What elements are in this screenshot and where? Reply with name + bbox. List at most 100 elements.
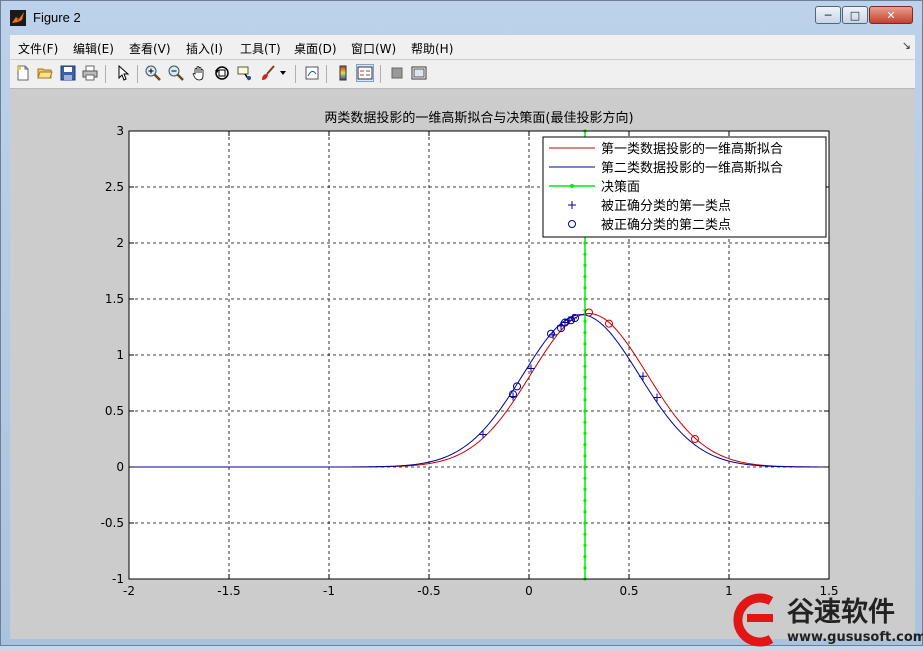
x-tick-label: -1: [323, 584, 335, 598]
decision-boundary-dot: [583, 263, 587, 267]
decision-boundary-dot: [583, 297, 587, 301]
legend-marker: [570, 184, 574, 188]
rotate-button[interactable]: [213, 64, 231, 82]
legend-button[interactable]: [356, 64, 374, 82]
pointer-button[interactable]: [114, 64, 132, 82]
link-plot-button[interactable]: [303, 64, 321, 82]
decision-boundary-dot: [583, 510, 587, 514]
watermark-url: www.gususoft.com: [787, 630, 923, 645]
decision-boundary-dot: [583, 275, 587, 279]
decision-boundary-dot: [583, 566, 587, 570]
x-tick-label: 0.5: [619, 584, 638, 598]
decision-boundary-dot: [583, 286, 587, 290]
decision-boundary-dot: [583, 364, 587, 368]
decision-boundary-dot: [583, 353, 587, 357]
legend-label: 第二类数据投影的一维高斯拟合: [601, 160, 783, 176]
legend-label: 被正确分类的第一类点: [601, 198, 731, 214]
toolbar-separator: [137, 65, 138, 83]
data-cursor-button[interactable]: [236, 64, 254, 82]
pointer-icon: [118, 65, 130, 81]
close-button[interactable]: ✕: [869, 6, 913, 24]
x-tick-label: -2: [123, 584, 135, 598]
decision-boundary-dot: [583, 499, 587, 503]
save-button[interactable]: [59, 64, 77, 82]
legend[interactable]: 第一类数据投影的一维高斯拟合第二类数据投影的一维高斯拟合决策面被正确分类的第一类…: [542, 136, 827, 238]
decision-boundary-dot: [583, 342, 587, 346]
print-button[interactable]: [81, 64, 99, 82]
x-tick-label: -0.5: [417, 584, 440, 598]
menu-desktop[interactable]: 桌面(D): [294, 40, 337, 57]
y-tick-label: 2: [116, 236, 124, 250]
minimize-button[interactable]: ─: [815, 6, 841, 24]
decision-boundary-dot: [583, 543, 587, 547]
brush-button[interactable]: [259, 64, 277, 82]
zoom-in-button[interactable]: [144, 64, 162, 82]
menu-tools[interactable]: 工具(T): [240, 40, 281, 57]
menu-bar: 文件(F) 编辑(E) 查看(V) 插入(I) 工具(T) 桌面(D) 窗口(W…: [10, 35, 915, 60]
toolbar-separator: [326, 65, 327, 83]
gusu-logo: 谷速软件 www.gususoft.com: [733, 593, 923, 647]
y-tick-label: -0.5: [101, 516, 124, 530]
decision-boundary-dot: [583, 465, 587, 469]
save-icon: [60, 65, 76, 81]
menu-help[interactable]: 帮助(H): [411, 40, 453, 57]
data-cursor-icon: [237, 66, 251, 81]
pan-button[interactable]: [190, 64, 208, 82]
decision-boundary-dot: [583, 487, 587, 491]
open-button[interactable]: [36, 64, 54, 82]
y-tick-label: -1: [112, 572, 124, 586]
decision-boundary-dot: [583, 319, 587, 323]
brush-dropdown[interactable]: [278, 64, 288, 82]
toolbar-separator: [295, 65, 296, 83]
menu-view[interactable]: 查看(V): [129, 40, 171, 57]
toolbar: [10, 60, 915, 89]
legend-label: 第一类数据投影的一维高斯拟合: [601, 141, 783, 157]
y-tick-label: 3: [116, 124, 124, 138]
show-plot-tools-icon: [411, 66, 427, 80]
colorbar-icon: [339, 65, 347, 81]
decision-boundary-dot: [583, 375, 587, 379]
decision-boundary-dot: [583, 443, 587, 447]
hide-plot-tools-icon: [391, 67, 403, 79]
menu-window[interactable]: 窗口(W): [351, 40, 396, 57]
decision-boundary-dot: [583, 331, 587, 335]
legend-label: 决策面: [601, 179, 640, 195]
new-file-icon: [17, 65, 29, 81]
menu-file[interactable]: 文件(F): [18, 40, 58, 57]
print-icon: [82, 65, 98, 81]
maximize-button[interactable]: □: [842, 6, 868, 24]
new-file-button[interactable]: [14, 64, 32, 82]
chevron-down-icon: [280, 71, 286, 75]
maximize-icon: □: [849, 8, 861, 22]
show-plot-tools-button[interactable]: [410, 64, 428, 82]
chart[interactable]: -2 -1.5 -1 -0.5 0 0.5 1 1.5-1-0.500.511.522.53 …: [10, 89, 915, 639]
zoom-out-icon: [168, 65, 184, 81]
decision-boundary-dot: [583, 431, 587, 435]
zoom-out-button[interactable]: [167, 64, 185, 82]
window-title: Figure 2: [33, 10, 81, 25]
toolbar-separator: [380, 65, 381, 83]
rotate-3d-icon: [215, 66, 229, 80]
y-tick-label: 0: [116, 460, 124, 474]
decision-boundary-dot: [583, 454, 587, 458]
dock-arrow-icon[interactable]: ↘: [902, 39, 911, 52]
colorbar-button[interactable]: [334, 64, 352, 82]
figure-window: Figure 2 ─ □ ✕ 文件(F) 编辑(E) 查看(V) 插入(I) 工…: [0, 0, 923, 647]
decision-boundary-dot: [583, 387, 587, 391]
matlab-icon: [10, 10, 26, 26]
pan-hand-icon: [192, 66, 204, 81]
hide-plot-tools-button[interactable]: [388, 64, 406, 82]
zoom-in-icon: [145, 65, 161, 81]
legend-label: 被正确分类的第二类点: [601, 217, 731, 233]
menu-edit[interactable]: 编辑(E): [73, 40, 114, 57]
decision-boundary-dot: [583, 420, 587, 424]
decision-boundary-dot: [583, 521, 587, 525]
decision-boundary-dot: [583, 398, 587, 402]
decision-boundary-dot: [583, 409, 587, 413]
menu-insert[interactable]: 插入(I): [186, 40, 223, 57]
title-bar[interactable]: Figure 2 ─ □ ✕: [1, 1, 922, 33]
decision-boundary-dot: [583, 252, 587, 256]
link-plot-icon: [305, 66, 319, 80]
legend-icon: [357, 66, 373, 80]
open-folder-icon: [37, 68, 53, 79]
